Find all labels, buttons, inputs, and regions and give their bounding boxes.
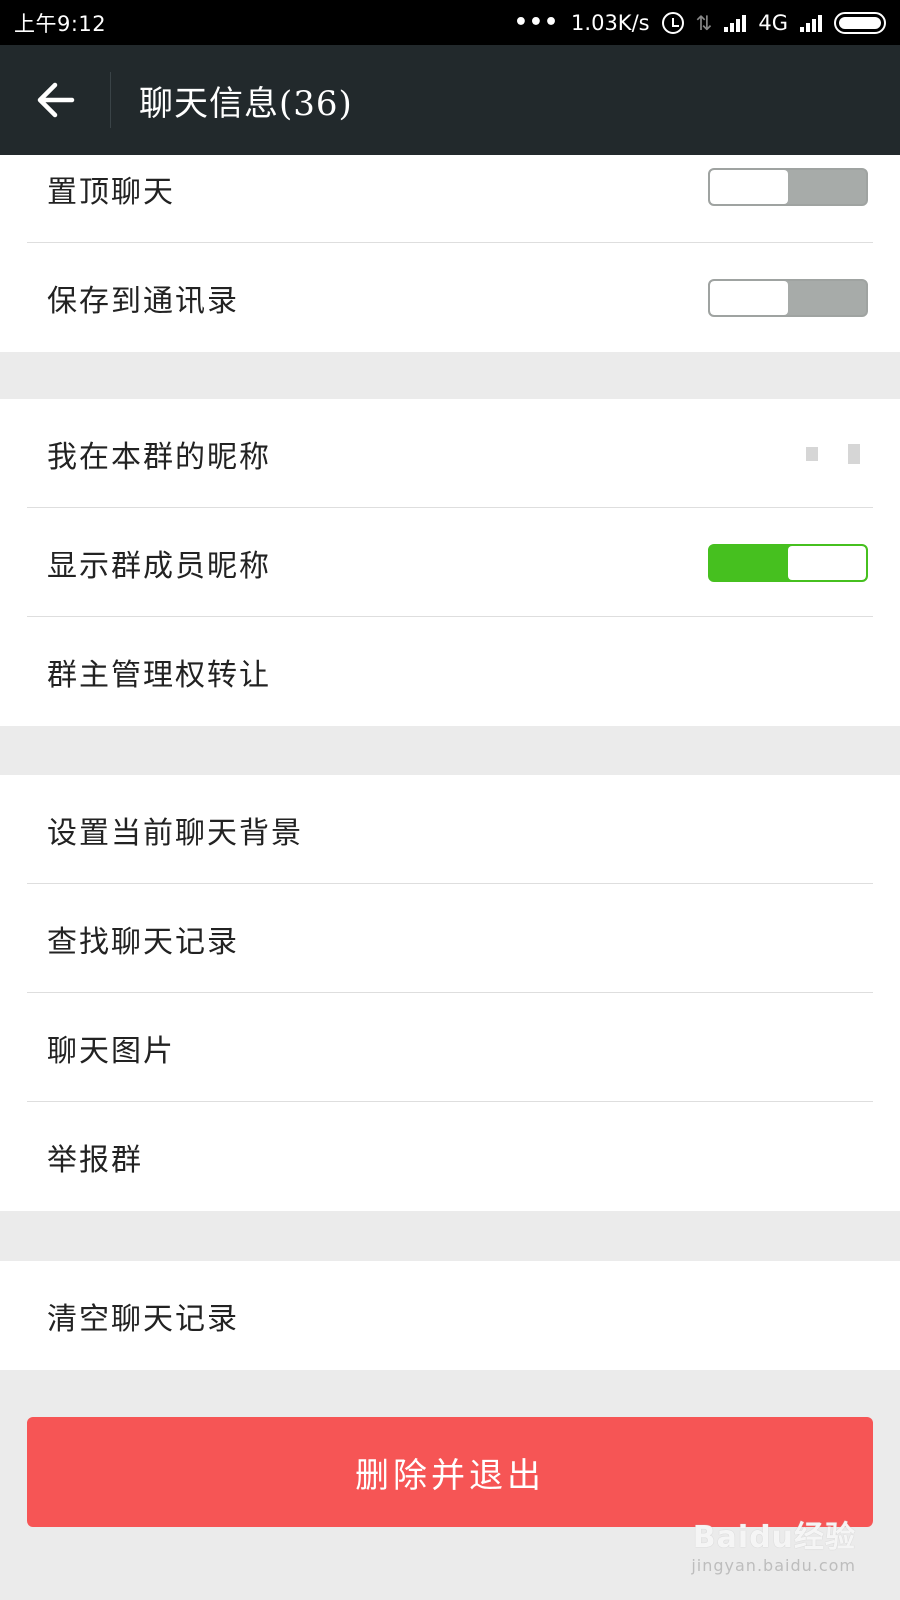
network-speed: 1.03K/s — [571, 10, 650, 35]
signal-icon — [724, 14, 747, 32]
save-to-contacts-row[interactable]: 保存到通讯录 — [0, 243, 900, 352]
transfer-ownership-label: 群主管理权转让 — [47, 657, 271, 693]
search-chat-history-row[interactable]: 查找聊天记录 — [0, 884, 900, 993]
clear-chat-history-row[interactable]: 清空聊天记录 — [0, 1261, 900, 1370]
save-to-contacts-toggle[interactable] — [708, 278, 868, 317]
my-group-nickname-row[interactable]: 我在本群的昵称 — [0, 399, 900, 508]
status-icons: ••• 1.03K/s ⇅ 4G — [514, 10, 886, 35]
signal-icon — [800, 14, 822, 32]
clear-chat-history-label: 清空聊天记录 — [47, 1301, 239, 1337]
no-signal-icon: ⇅ — [695, 10, 713, 35]
chat-background-row[interactable]: 设置当前聊天背景 — [0, 775, 900, 884]
report-group-row[interactable]: 举报群 — [0, 1102, 900, 1211]
my-group-nickname-label: 我在本群的昵称 — [47, 439, 271, 475]
alarm-icon — [661, 11, 684, 34]
arrow-left-icon — [37, 82, 75, 118]
page-title: 聊天信息(36) — [139, 83, 353, 124]
watermark-logo: Baidu经验 — [692, 1520, 856, 1555]
show-member-nickname-toggle[interactable] — [708, 543, 868, 582]
pin-chat-toggle[interactable] — [708, 168, 868, 206]
battery-icon — [834, 11, 886, 34]
chat-background-label: 设置当前聊天背景 — [47, 815, 303, 851]
back-button[interactable] — [0, 45, 110, 155]
search-chat-history-label: 查找聊天记录 — [47, 924, 239, 960]
chat-settings-group: 设置当前聊天背景 查找聊天记录 聊天图片 举报群 — [0, 775, 900, 1211]
status-time: 上午9:12 — [14, 11, 107, 36]
show-member-nickname-label: 显示群成员昵称 — [47, 548, 271, 584]
header-divider — [110, 72, 111, 128]
network-type: 4G — [758, 10, 788, 35]
pin-chat-row[interactable]: 置顶聊天 — [0, 155, 900, 243]
chat-images-row[interactable]: 聊天图片 — [0, 993, 900, 1102]
delete-and-exit-button[interactable]: 删除并退出 — [27, 1417, 873, 1527]
nickname-value — [806, 443, 860, 464]
group-settings-group: 我在本群的昵称 显示群成员昵称 群主管理权转让 — [0, 399, 900, 726]
toggle-settings-group: 置顶聊天 保存到通讯录 — [0, 155, 900, 352]
baidu-watermark: Baidu经验 jingyan.baidu.com — [691, 1512, 856, 1575]
chat-images-label: 聊天图片 — [47, 1033, 175, 1069]
title-bar: 聊天信息(36) — [0, 45, 900, 155]
status-bar: 上午9:12 ••• 1.03K/s ⇅ 4G — [0, 0, 900, 45]
transfer-ownership-row[interactable]: 群主管理权转让 — [0, 617, 900, 726]
watermark-url: jingyan.baidu.com — [691, 1556, 856, 1575]
save-to-contacts-label: 保存到通讯录 — [47, 283, 239, 319]
report-group-label: 举报群 — [47, 1142, 143, 1178]
clear-history-group: 清空聊天记录 — [0, 1261, 900, 1370]
dots-icon: ••• — [513, 10, 560, 35]
pin-chat-label: 置顶聊天 — [47, 175, 175, 210]
show-member-nickname-row[interactable]: 显示群成员昵称 — [0, 508, 900, 617]
